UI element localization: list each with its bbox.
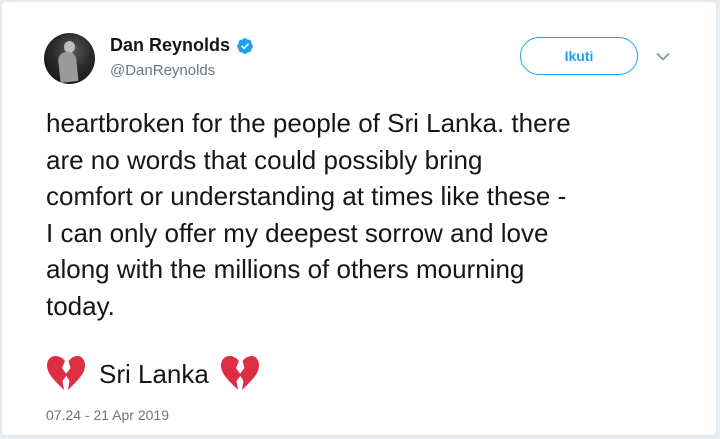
tweet-footer-line: Sri Lanka (46, 354, 260, 394)
tweet-timestamp[interactable]: 07.24 - 21 Apr 2019 (46, 407, 169, 423)
verified-badge-icon (237, 37, 253, 54)
footer-text: Sri Lanka (99, 358, 209, 389)
author-name-row: Dan Reynolds (110, 35, 254, 56)
avatar[interactable] (44, 33, 95, 84)
chevron-down-icon[interactable] (656, 52, 670, 62)
avatar-figure-body (57, 51, 79, 83)
broken-heart-icon (47, 356, 85, 390)
tweet-text: heartbroken for the people of Sri Lanka.… (46, 108, 571, 321)
follow-button[interactable]: Ikuti (520, 37, 638, 75)
broken-heart-icon (220, 356, 259, 390)
author-handle[interactable]: @DanReynolds (110, 62, 215, 79)
author-display-name[interactable]: Dan Reynolds (110, 35, 230, 56)
tweet-card: Dan Reynolds @DanReynolds Ikuti heartbro… (1, 1, 717, 436)
